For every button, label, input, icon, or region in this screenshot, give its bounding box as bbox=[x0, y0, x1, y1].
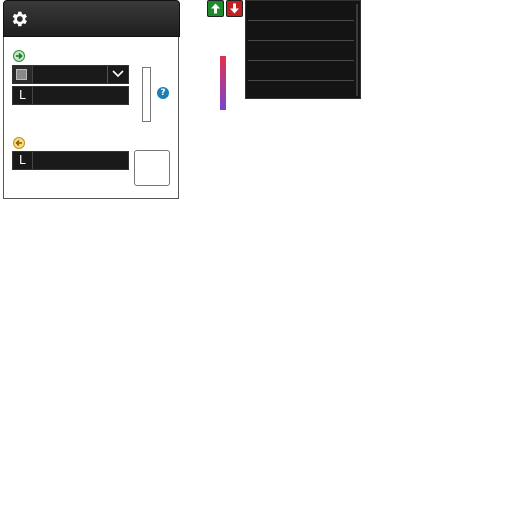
arrow-right-circle-icon bbox=[13, 50, 25, 62]
arrow-down-icon bbox=[230, 3, 239, 14]
output-level-prefix: L bbox=[13, 152, 33, 169]
chevron-down-icon[interactable] bbox=[107, 66, 128, 83]
input-level-field[interactable]: L bbox=[12, 86, 129, 105]
move-down-button[interactable] bbox=[226, 0, 243, 17]
help-icon[interactable]: ? bbox=[157, 87, 169, 99]
input-device-select[interactable] bbox=[12, 65, 129, 84]
input-level-prefix: L bbox=[13, 87, 33, 104]
list-scrollbar[interactable] bbox=[356, 4, 358, 96]
output-preview-box[interactable] bbox=[134, 150, 170, 186]
arrow-left-circle-icon bbox=[13, 137, 25, 149]
move-up-button[interactable] bbox=[207, 0, 224, 17]
device-icon bbox=[13, 66, 33, 83]
input-level-meter bbox=[142, 67, 151, 122]
gear-icon[interactable] bbox=[9, 9, 29, 29]
output-level-field[interactable]: L bbox=[12, 151, 129, 170]
item-list bbox=[245, 0, 361, 99]
list-item[interactable] bbox=[248, 40, 354, 41]
list-item[interactable] bbox=[248, 20, 354, 21]
panel-body: L ? L bbox=[3, 37, 179, 199]
list-item[interactable] bbox=[248, 80, 354, 81]
list-item[interactable] bbox=[248, 60, 354, 61]
arrow-up-icon bbox=[211, 3, 220, 14]
gradient-slider[interactable] bbox=[220, 56, 226, 110]
panel-header bbox=[3, 0, 180, 37]
settings-panel: L ? L bbox=[3, 0, 180, 199]
